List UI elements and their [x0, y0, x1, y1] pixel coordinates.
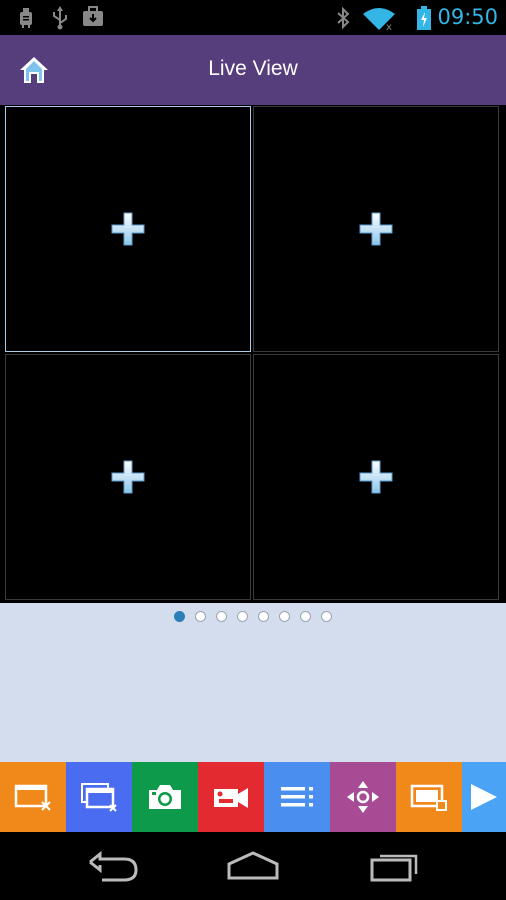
record-button[interactable] [198, 762, 264, 832]
page-dot-7[interactable] [300, 611, 311, 622]
app-header: Live View [0, 35, 506, 105]
android-debug-icon [20, 8, 32, 28]
system-nav-bar [0, 832, 506, 900]
video-cell-4[interactable] [253, 354, 499, 600]
wifi-icon: x [363, 8, 395, 30]
close-all-windows-button[interactable] [66, 762, 132, 832]
page-dot-5[interactable] [258, 611, 269, 622]
video-cell-2[interactable] [253, 106, 499, 352]
add-camera-plus-icon[interactable] [110, 211, 146, 247]
close-window-button[interactable] [0, 762, 66, 832]
add-camera-plus-icon[interactable] [358, 211, 394, 247]
ptz-control-icon [347, 781, 379, 813]
page-dot-1[interactable] [174, 611, 185, 622]
menu-list-button[interactable] [264, 762, 330, 832]
video-cell-1[interactable] [5, 106, 251, 352]
add-camera-plus-icon[interactable] [358, 459, 394, 495]
bluetooth-icon [337, 6, 350, 30]
page-indicator [0, 611, 506, 622]
live-view-grid [0, 105, 506, 603]
page-dot-6[interactable] [279, 611, 290, 622]
pager-area [0, 603, 506, 762]
add-camera-plus-icon[interactable] [110, 459, 146, 495]
ptz-control-button[interactable] [330, 762, 396, 832]
status-clock: 09:50 [437, 5, 498, 29]
video-cell-3[interactable] [5, 354, 251, 600]
page-dot-3[interactable] [216, 611, 227, 622]
back-icon[interactable] [86, 850, 140, 882]
page-title: Live View [208, 57, 298, 80]
home-nav-icon[interactable] [225, 850, 281, 882]
page-dot-8[interactable] [321, 611, 332, 622]
svg-text:x: x [386, 22, 392, 30]
next-button[interactable] [462, 762, 506, 832]
usb-icon [53, 6, 67, 30]
battery-charging-icon [417, 6, 431, 30]
close-all-windows-icon [81, 783, 117, 812]
status-bar: x 09:50 [0, 0, 506, 35]
snapshot-button[interactable] [132, 762, 198, 832]
video-record-icon [214, 788, 248, 808]
window-settings-button[interactable] [396, 762, 462, 832]
close-window-icon [14, 784, 51, 811]
control-toolbar [0, 762, 506, 832]
page-dot-4[interactable] [237, 611, 248, 622]
play-next-icon [471, 784, 497, 810]
page-dot-2[interactable] [195, 611, 206, 622]
menu-list-icon [281, 787, 313, 807]
window-settings-icon [410, 784, 447, 811]
briefcase-icon [83, 6, 103, 26]
recent-apps-icon[interactable] [368, 850, 422, 882]
camera-snapshot-icon [149, 785, 181, 809]
